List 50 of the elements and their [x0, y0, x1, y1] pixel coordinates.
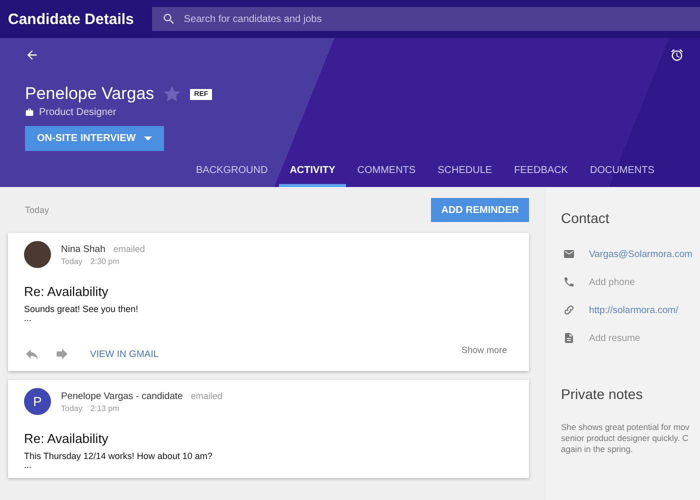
add-reminder-button[interactable]: ADD REMINDER	[431, 198, 529, 222]
caret-icon	[144, 136, 152, 141]
ellipsis: ...	[24, 314, 33, 323]
search-field[interactable]: Search for candidates and jobs	[152, 7, 700, 31]
contact-heading: Contact	[561, 210, 610, 226]
email-body: This Thursday 12/14 works! How about 10 am?	[24, 451, 214, 461]
email-subject: Re: Availability	[24, 284, 110, 299]
star-icon[interactable]	[162, 84, 182, 104]
tab[interactable]: ACTIVITY	[278, 159, 346, 187]
private-notes-heading: Private notes	[561, 386, 644, 402]
email-time: 2:30 pm	[90, 256, 120, 266]
forward-icon[interactable]	[54, 346, 70, 362]
view-in-gmail-link[interactable]: VIEW IN GMAIL	[90, 348, 159, 360]
tab[interactable]: DOCUMENTS	[578, 159, 666, 187]
mail-icon	[563, 248, 575, 260]
email-subject: Re: Availability	[24, 431, 110, 446]
tab[interactable]: BACKGROUND	[185, 159, 279, 187]
app-title: Candidate Details	[8, 10, 134, 28]
contact-field[interactable]: http://solarmora.com/	[589, 304, 678, 316]
job-title: Product Designer	[39, 107, 116, 118]
contact-field[interactable]: Add phone	[589, 276, 635, 288]
email-day: Today	[61, 404, 82, 412]
back-arrow-icon[interactable]	[25, 48, 39, 62]
activity-type: emailed	[190, 390, 222, 402]
tab[interactable]: COMMENTS	[346, 159, 427, 187]
ellipsis: ...	[24, 461, 33, 470]
avatar-photo-placeholder	[24, 241, 51, 268]
stage-dropdown-button[interactable]: ON-SITE INTERVIEW	[25, 126, 164, 151]
activity-type: emailed	[113, 244, 145, 254]
note-text-line: again in the spring.	[561, 444, 634, 455]
note-text-line: senior product designer quickly. C	[561, 433, 690, 444]
note-text-line: She shows great potential for mov	[561, 422, 691, 433]
tab[interactable]: FEEDBACK	[503, 159, 579, 187]
avatar-initial: P	[24, 388, 51, 415]
link-icon	[563, 304, 575, 316]
show-more-link[interactable]: Show more	[461, 345, 507, 355]
tab[interactable]: SCHEDULE	[426, 159, 504, 187]
email-day: Today	[61, 256, 82, 266]
sender-name: Penelope Vargas - candidate	[61, 390, 183, 402]
candidate-name: Penelope Vargas	[25, 84, 154, 104]
email-body: Sounds great! See you then!	[24, 304, 140, 314]
contact-field[interactable]: Vargas@Solarmora.com	[589, 248, 692, 260]
contact-field[interactable]: Add resume	[589, 332, 640, 344]
briefcase-icon	[25, 108, 34, 117]
document-icon	[563, 332, 575, 344]
alarm-clock-icon[interactable]	[670, 48, 684, 62]
sender-name: Nina Shah	[61, 244, 106, 254]
phone-icon	[563, 276, 575, 288]
date-heading: Today	[25, 205, 50, 215]
email-time: 2:13 pm	[90, 404, 120, 412]
